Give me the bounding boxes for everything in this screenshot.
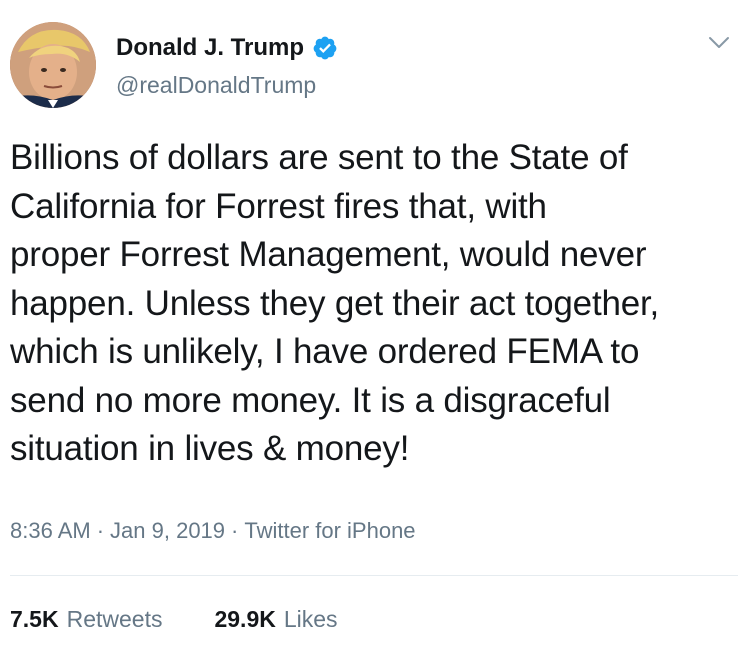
likes-count: 29.9K [214,606,276,632]
tweet-source[interactable]: Twitter for iPhone [244,518,415,544]
display-name[interactable]: Donald J. Trump [116,34,304,62]
meta-separator: · [231,518,239,543]
tweet-time[interactable]: 8:36 AM [10,518,91,544]
likes-label: Likes [283,606,338,632]
tweet-meta: 8:36 AM · Jan 9, 2019 · Twitter for iPho… [10,518,416,544]
tweet-stats: 7.5K Retweets 29.9K Likes [10,606,338,632]
tweet-date[interactable]: Jan 9, 2019 [110,518,225,544]
meta-separator: · [96,518,105,543]
avatar[interactable] [10,22,96,108]
retweets-label: Retweets [66,606,163,632]
tweet-card: Donald J. Trump @realDonaldTrump Billion… [0,0,748,660]
author-name-row[interactable]: Donald J. Trump [116,34,338,62]
tweet-text: Billions of dollars are sent to the Stat… [10,138,660,468]
retweets-stat[interactable]: 7.5K Retweets [10,606,162,632]
retweets-count: 7.5K [10,606,59,632]
likes-stat[interactable]: 29.9K Likes [214,606,337,632]
divider [10,575,738,576]
avatar-image [10,22,96,108]
verified-badge-icon [312,35,338,61]
author-handle[interactable]: @realDonaldTrump [116,72,316,98]
chevron-down-icon[interactable] [708,36,730,50]
